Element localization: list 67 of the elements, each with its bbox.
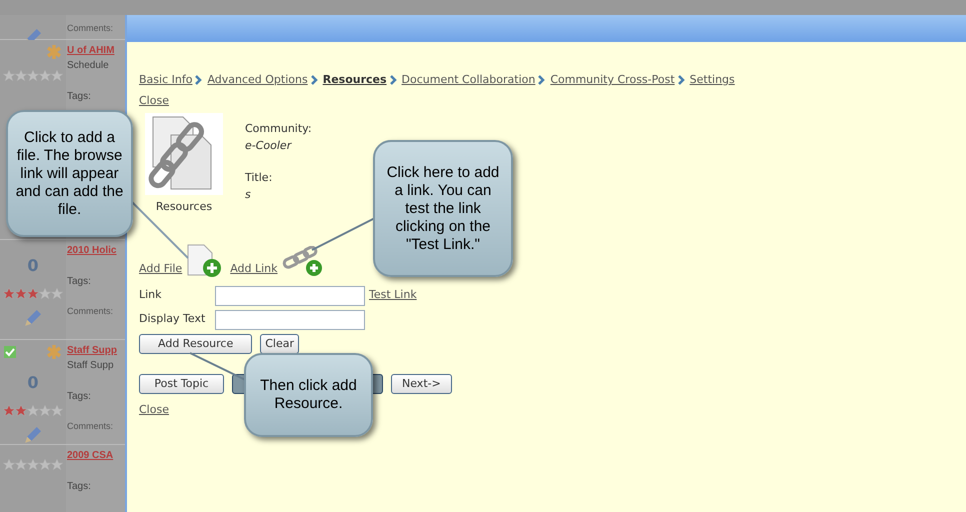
comments-label: Comments: <box>67 305 114 318</box>
chevron-icon <box>390 75 398 86</box>
input-field[interactable] <box>215 310 365 330</box>
comments-label: Comments: <box>67 420 114 433</box>
breadcrumb-link[interactable]: Basic Info <box>139 72 192 88</box>
star-icon <box>51 70 63 82</box>
star-icon <box>39 459 51 471</box>
documents-chain-icon <box>145 113 223 195</box>
star-icon <box>15 459 27 471</box>
comments-label: Comments: <box>67 22 114 35</box>
title-value: s <box>245 186 252 202</box>
add-file-icon[interactable] <box>186 244 222 278</box>
callout-tooltip: Click here to add a link. You can test the link clicking on the "Test Link." <box>373 140 513 277</box>
breadcrumb-link[interactable]: Advanced Options <box>207 72 308 88</box>
star-icon <box>27 459 39 471</box>
test-link[interactable]: Test Link <box>369 287 417 304</box>
star-icon <box>3 288 15 300</box>
star-icon <box>27 404 39 416</box>
add-file-link[interactable]: Add File <box>139 261 182 278</box>
nav-button[interactable]: Post Topic <box>139 374 224 394</box>
breadcrumb-link[interactable]: Resources <box>322 72 387 88</box>
input-field[interactable] <box>215 286 365 306</box>
tags-label: Tags: <box>67 390 92 404</box>
chevron-icon <box>310 75 319 86</box>
star-icon <box>3 459 15 471</box>
breadcrumb-link[interactable]: Document Collaboration <box>402 72 536 88</box>
star-icon <box>3 70 15 82</box>
star-icon <box>51 404 63 416</box>
callout-tooltip: Then click add Resource. <box>244 353 373 437</box>
close-link[interactable]: Close <box>139 402 169 416</box>
leader-line <box>312 217 376 251</box>
tags-label: Tags: <box>67 480 92 494</box>
star-icon <box>51 459 63 471</box>
resources-caption: Resources <box>156 199 212 215</box>
vote-count: 0 <box>27 255 39 277</box>
field-label: Link <box>139 287 163 304</box>
title-label: Title: <box>245 170 274 186</box>
community-value: e-Cooler <box>245 138 293 154</box>
star-icon <box>15 288 27 300</box>
star-icon <box>51 288 63 300</box>
star-icon <box>39 288 51 300</box>
field-label: Display Text <box>139 311 206 328</box>
star-icon <box>3 404 15 416</box>
close-link[interactable]: Close <box>139 94 169 106</box>
nav-button[interactable]: Next-> <box>391 374 452 394</box>
item-subtitle: Schedule <box>67 59 110 73</box>
star-icon <box>27 288 39 300</box>
item-subtitle: Staff Supp <box>67 359 115 373</box>
tags-label: Tags: <box>67 275 92 289</box>
vote-count: 0 <box>27 372 39 394</box>
dialog-title-bar[interactable] <box>127 15 966 42</box>
tags-label: Tags: <box>67 90 92 104</box>
breadcrumb-link[interactable]: Community Cross-Post <box>550 72 675 88</box>
add-resource-button[interactable]: Add Resource <box>139 334 252 354</box>
breadcrumb-link[interactable]: Settings <box>690 72 735 88</box>
star-icon <box>39 404 51 416</box>
star-icon <box>15 404 27 416</box>
star-icon <box>27 70 39 82</box>
chevron-icon <box>538 75 546 86</box>
chevron-icon <box>678 75 686 86</box>
star-icon <box>39 70 51 82</box>
clear-button[interactable]: Clear <box>260 334 300 354</box>
callout-tooltip: Click to add a file. The browse link will appear and can add the file. <box>6 110 133 237</box>
star-icon <box>15 70 27 82</box>
community-label: Community: <box>245 121 312 137</box>
chevron-icon <box>195 75 204 86</box>
add-link-link[interactable]: Add Link <box>230 261 278 278</box>
